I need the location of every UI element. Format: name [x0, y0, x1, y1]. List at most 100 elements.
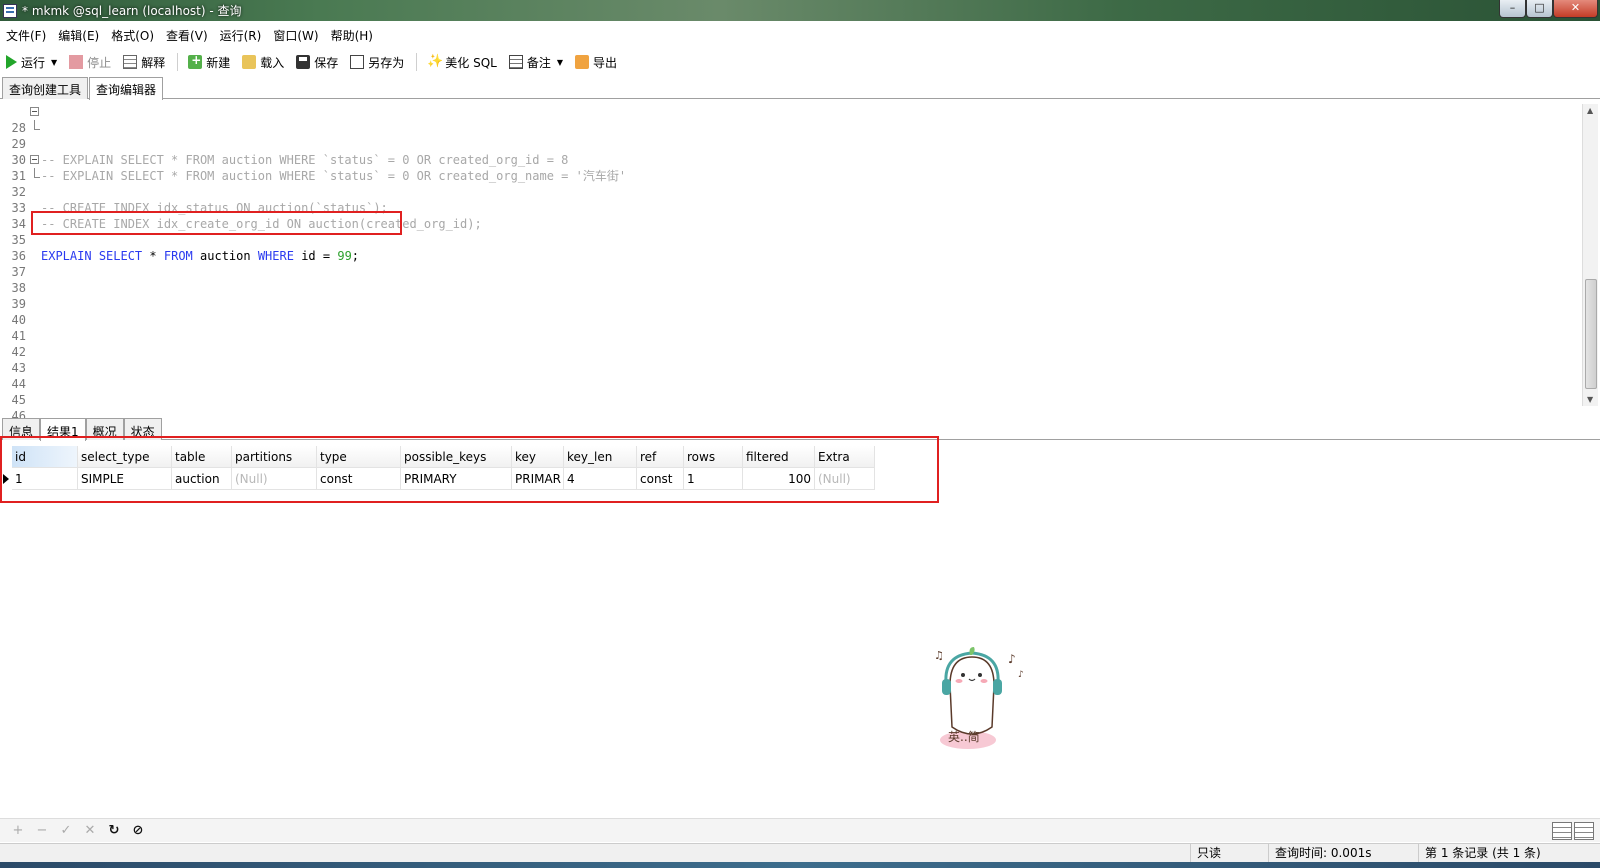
load-button[interactable]: 载入: [242, 54, 284, 71]
new-query-icon: [188, 53, 203, 69]
save-as-label: 另存为: [368, 55, 405, 70]
scroll-down-icon[interactable]: ▼: [1587, 395, 1593, 404]
fold-end-marker: [34, 120, 40, 130]
refresh-icon[interactable]: ↻: [102, 823, 126, 838]
editor-tab-strip: 查询创建工具 查询编辑器: [0, 77, 1600, 100]
os-taskbar: [0, 862, 1600, 868]
code-line: 32 -- CREATE INDEX idx_create_org_id ON …: [0, 168, 1580, 231]
beautify-sql-button[interactable]: ✨ 美化 SQL: [427, 54, 497, 71]
explain-button[interactable]: 解释: [123, 54, 165, 71]
save-as-icon: [350, 55, 365, 69]
fold-toggle-icon[interactable]: [30, 155, 39, 164]
code-line: 40: [0, 296, 1580, 327]
delete-record-icon[interactable]: −: [30, 823, 54, 838]
stop-icon: [69, 55, 84, 69]
code-line: 39: [0, 280, 1580, 311]
save-icon: [296, 55, 311, 69]
save-as-button[interactable]: 另存为: [350, 54, 404, 71]
toolbar-divider: [177, 53, 179, 71]
minimize-button[interactable]: –: [1499, 0, 1526, 18]
tab-query-builder[interactable]: 查询创建工具: [2, 77, 89, 99]
toolbar-divider: [416, 53, 418, 71]
mascot-sticker-image: ♪ ♫ ♪ 英..简: [934, 647, 1024, 749]
tab-query-editor[interactable]: 查询编辑器: [89, 77, 164, 100]
query-time-status: 查询时间: 0.001s: [1268, 844, 1371, 863]
note-label: 备注: [526, 55, 551, 70]
title-bar: * mkmk @sql_learn (localhost) - 查询 – □ ✕: [0, 0, 1600, 21]
play-icon: [6, 55, 17, 69]
code-line: 28 -- EXPLAIN SELECT * FROM auction WHER…: [0, 104, 1580, 167]
menu-run[interactable]: 运行(R): [220, 27, 262, 44]
run-label: 运行: [21, 55, 46, 70]
add-record-icon[interactable]: +: [6, 823, 30, 838]
result-highlight-box: [0, 436, 939, 503]
menu-edit[interactable]: 编辑(E): [58, 27, 99, 44]
maximize-button[interactable]: □: [1526, 0, 1553, 18]
grid-toolbar: + − ✓ ✕ ↻ ⊘: [0, 818, 1600, 842]
code-line: 33: [0, 184, 1580, 215]
folder-icon: [242, 55, 257, 69]
new-label: 新建: [206, 55, 231, 70]
menu-help[interactable]: 帮助(H): [331, 27, 373, 44]
toolbar: 运行 ▼ 停止 解释 新建 载入 保存 另存为 ✨ 美化 SQL 备注 ▼ 导出: [0, 49, 1600, 75]
scroll-up-icon[interactable]: ▲: [1587, 106, 1593, 115]
record-count-status: 第 1 条记录 (共 1 条): [1418, 844, 1541, 863]
menu-view[interactable]: 查看(V): [166, 27, 208, 44]
svg-text:♪: ♪: [1008, 652, 1016, 666]
status-bar: 只读 查询时间: 0.001s 第 1 条记录 (共 1 条): [0, 843, 1600, 863]
code-line: 46: [0, 392, 1580, 423]
note-icon: [508, 55, 523, 69]
stop-button[interactable]: 停止: [69, 54, 111, 71]
export-button[interactable]: 导出: [575, 54, 617, 71]
note-button[interactable]: 备注 ▼: [508, 54, 563, 71]
scrollbar-thumb[interactable]: [1585, 279, 1597, 389]
code-line: 37: [0, 248, 1580, 279]
sql-editor[interactable]: 28 -- EXPLAIN SELECT * FROM auction WHER…: [0, 104, 1600, 423]
code-line: 38: [0, 264, 1580, 295]
beautify-label: 美化 SQL: [445, 55, 497, 70]
discard-changes-icon[interactable]: ✕: [78, 823, 102, 838]
window-title: * mkmk @sql_learn (localhost) - 查询: [22, 4, 242, 18]
save-label: 保存: [314, 55, 339, 70]
export-icon: [575, 55, 590, 69]
code-line: 29 -- EXPLAIN SELECT * FROM auction WHER…: [0, 120, 1580, 183]
menu-format[interactable]: 格式(O): [111, 27, 154, 44]
window-controls: – □ ✕: [1499, 0, 1598, 18]
magic-wand-icon: ✨: [427, 54, 444, 69]
fold-end-marker: [34, 168, 40, 178]
export-label: 导出: [593, 55, 618, 70]
code-line: 45: [0, 376, 1580, 407]
chevron-down-icon[interactable]: ▼: [51, 58, 57, 67]
code-line: 30: [0, 136, 1580, 167]
statement-highlight-box: [31, 211, 402, 235]
view-switcher: [1550, 822, 1594, 840]
close-button[interactable]: ✕: [1553, 0, 1598, 18]
menu-bar: 文件(F) 编辑(E) 格式(O) 查看(V) 运行(R) 窗口(W) 帮助(H…: [0, 24, 1600, 46]
stop-refresh-icon[interactable]: ⊘: [126, 823, 150, 838]
code-line: 41: [0, 312, 1580, 343]
code-line: 31 -- CREATE INDEX idx_status ON auction…: [0, 152, 1580, 215]
svg-text:♪: ♪: [1018, 670, 1024, 680]
menu-file[interactable]: 文件(F): [6, 27, 46, 44]
editor-scrollbar[interactable]: ▲ ▼: [1582, 104, 1598, 406]
save-button[interactable]: 保存: [296, 54, 338, 71]
grid-view-icon[interactable]: [1552, 822, 1572, 840]
app-icon: [3, 3, 17, 18]
code-line: 42: [0, 328, 1580, 359]
fold-toggle-icon[interactable]: [30, 107, 39, 116]
form-view-icon[interactable]: [1574, 822, 1594, 840]
chevron-down-icon[interactable]: ▼: [557, 58, 563, 67]
explain-icon: [123, 55, 138, 69]
code-line: 44: [0, 360, 1580, 391]
code-line: 43: [0, 344, 1580, 375]
stop-label: 停止: [87, 55, 112, 70]
menu-window[interactable]: 窗口(W): [273, 27, 318, 44]
readonly-status: 只读: [1190, 844, 1221, 863]
new-button[interactable]: 新建: [188, 53, 231, 71]
run-button[interactable]: 运行 ▼: [6, 54, 57, 71]
apply-changes-icon[interactable]: ✓: [54, 823, 78, 838]
svg-text:英..简: 英..简: [948, 730, 980, 744]
svg-text:♫: ♫: [934, 649, 944, 662]
load-label: 载入: [260, 55, 285, 70]
explain-label: 解释: [141, 55, 166, 70]
